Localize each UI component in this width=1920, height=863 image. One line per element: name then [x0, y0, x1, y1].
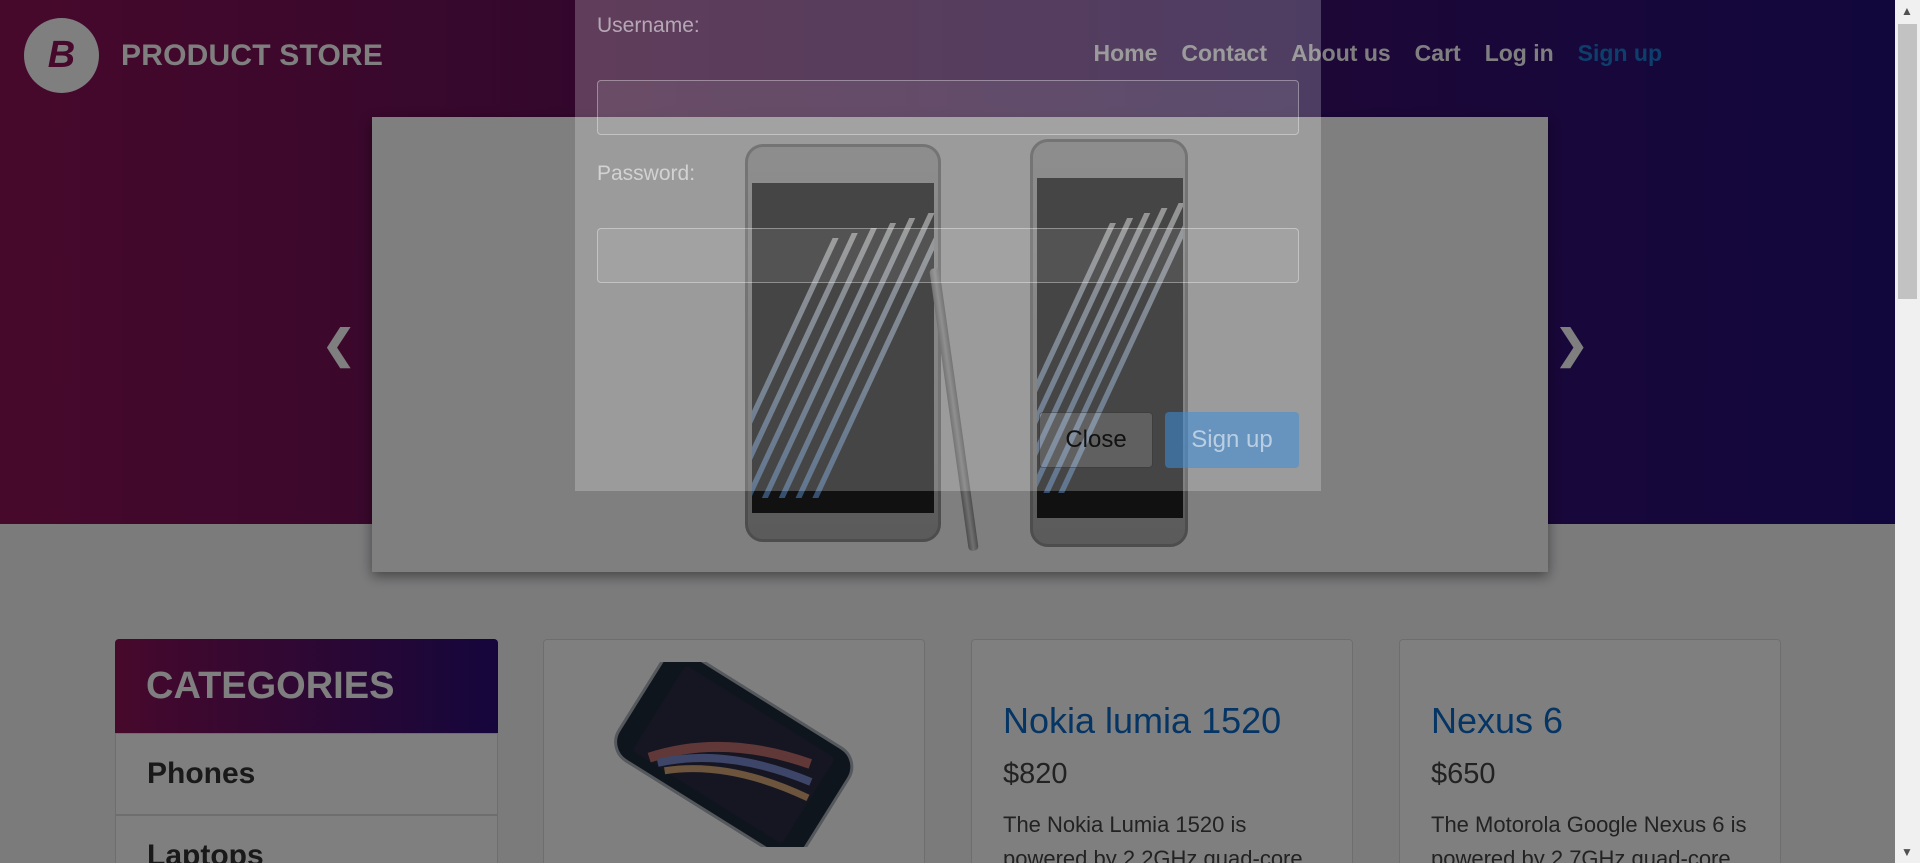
signup-modal: Username: Password: Close Sign up — [575, 0, 1321, 491]
password-label: Password: — [597, 162, 696, 185]
username-label: Username: — [597, 14, 700, 37]
scrollbar-thumb[interactable] — [1898, 24, 1917, 299]
signup-button[interactable]: Sign up — [1165, 412, 1299, 468]
scroll-down-icon[interactable]: ▼ — [1901, 845, 1913, 859]
scroll-up-icon[interactable]: ▲ — [1901, 4, 1913, 18]
close-button[interactable]: Close — [1039, 412, 1153, 468]
password-input[interactable] — [597, 228, 1299, 283]
username-input[interactable] — [597, 80, 1299, 135]
scrollbar[interactable]: ▲ ▼ — [1895, 0, 1920, 863]
